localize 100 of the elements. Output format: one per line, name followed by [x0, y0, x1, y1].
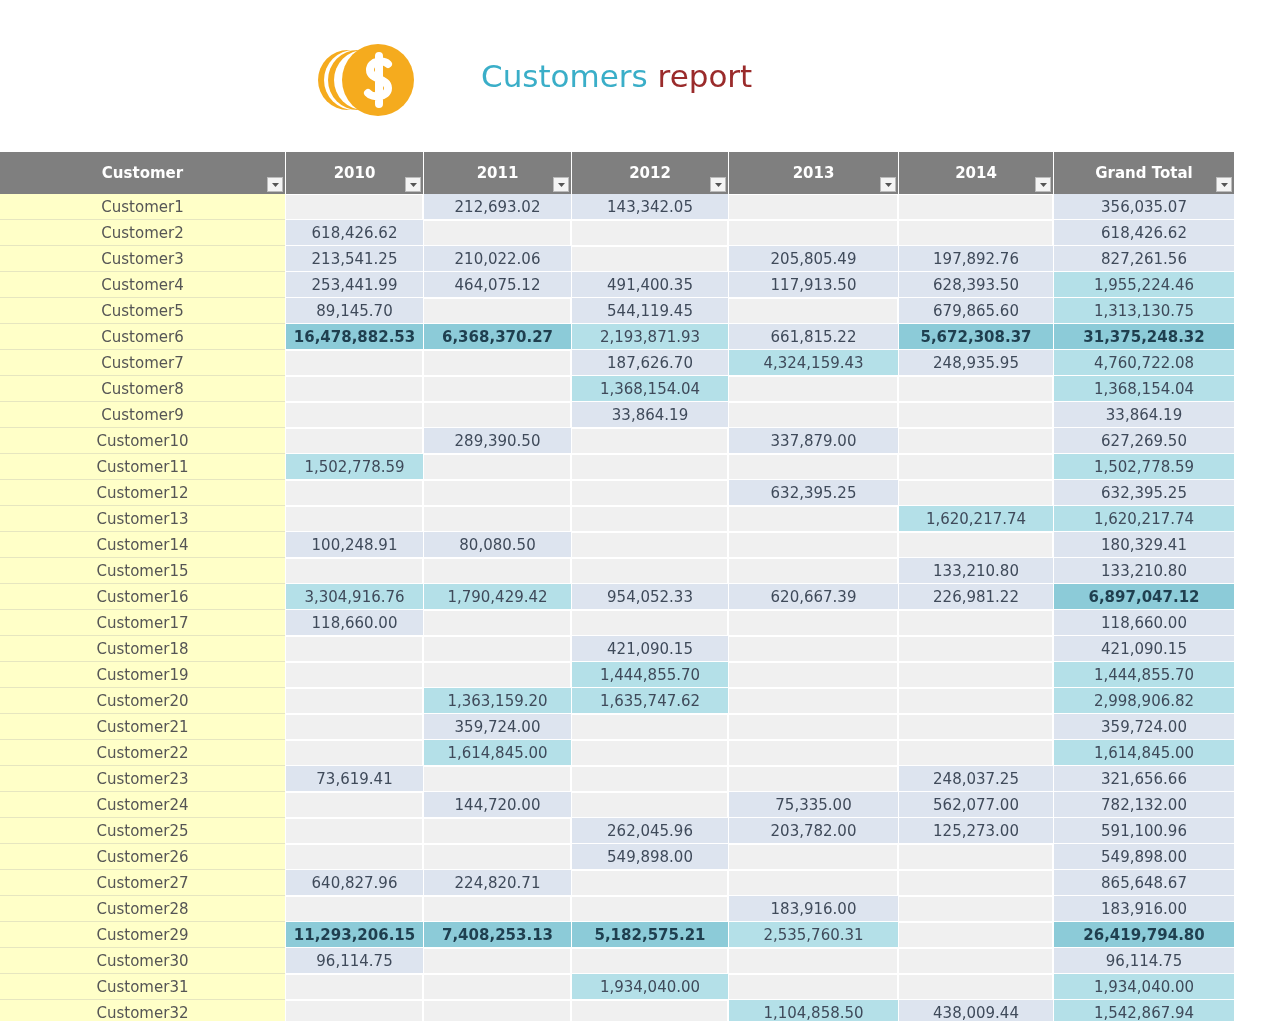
value-cell: 31,375,248.32 — [1053, 324, 1234, 350]
value-cell: 248,037.25 — [898, 766, 1053, 792]
value-cell: 11,293,206.15 — [285, 922, 423, 948]
filter-button[interactable] — [710, 177, 726, 192]
column-title: Customer — [101, 164, 184, 182]
value-cell: 549,898.00 — [1053, 844, 1234, 870]
value-cell: 1,620,217.74 — [898, 506, 1053, 532]
customer-cell: Customer14 — [0, 532, 285, 558]
caret-icon — [1220, 182, 1228, 187]
customer-cell: Customer28 — [0, 896, 285, 922]
value-cell: 80,080.50 — [423, 532, 571, 558]
customer-cell: Customer13 — [0, 506, 285, 532]
value-cell: 1,542,867.94 — [1053, 1000, 1234, 1021]
value-cell: 359,724.00 — [423, 714, 571, 740]
value-cell: 2,535,760.31 — [728, 922, 898, 948]
value-cell: 75,335.00 — [728, 792, 898, 818]
value-cell: 26,419,794.80 — [1053, 922, 1234, 948]
value-cell: 143,342.05 — [571, 194, 728, 220]
value-cell: 1,313,130.75 — [1053, 298, 1234, 324]
customer-cell: Customer8 — [0, 376, 285, 402]
value-cell: 356,035.07 — [1053, 194, 1234, 220]
value-cell: 640,827.96 — [285, 870, 423, 896]
value-cell: 549,898.00 — [571, 844, 728, 870]
value-cell: 3,304,916.76 — [285, 584, 423, 610]
filter-button[interactable] — [1035, 177, 1051, 192]
value-cell: 827,261.56 — [1053, 246, 1234, 272]
value-cell: 73,619.41 — [285, 766, 423, 792]
filter-button[interactable] — [880, 177, 896, 192]
value-cell: 421,090.15 — [571, 636, 728, 662]
value-cell: 96,114.75 — [285, 948, 423, 974]
value-cell: 359,724.00 — [1053, 714, 1234, 740]
value-cell: 562,077.00 — [898, 792, 1053, 818]
value-cell: 183,916.00 — [1053, 896, 1234, 922]
value-cell: 289,390.50 — [423, 428, 571, 454]
customer-cell: Customer32 — [0, 1000, 285, 1021]
value-cell: 33,864.19 — [571, 402, 728, 428]
value-cell: 679,865.60 — [898, 298, 1053, 324]
customer-cell: Customer21 — [0, 714, 285, 740]
filter-button[interactable] — [1216, 177, 1232, 192]
value-cell: 620,667.39 — [728, 584, 898, 610]
value-cell: 1,502,778.59 — [285, 454, 423, 480]
value-cell: 6,368,370.27 — [423, 324, 571, 350]
customer-cell: Customer29 — [0, 922, 285, 948]
customer-cell: Customer18 — [0, 636, 285, 662]
value-cell: 4,324,159.43 — [728, 350, 898, 376]
value-cell: 248,935.95 — [898, 350, 1053, 376]
value-cell: 1,363,159.20 — [423, 688, 571, 714]
customer-cell: Customer31 — [0, 974, 285, 1000]
value-cell: 1,502,778.59 — [1053, 454, 1234, 480]
customer-cell: Customer11 — [0, 454, 285, 480]
customer-cell: Customer1 — [0, 194, 285, 220]
value-cell: 1,934,040.00 — [571, 974, 728, 1000]
value-cell: 118,660.00 — [1053, 610, 1234, 636]
customer-cell: Customer19 — [0, 662, 285, 688]
value-cell: 661,815.22 — [728, 324, 898, 350]
value-cell: 1,368,154.04 — [571, 376, 728, 402]
value-cell: 2,998,906.82 — [1053, 688, 1234, 714]
filter-button[interactable] — [553, 177, 569, 192]
customer-cell: Customer23 — [0, 766, 285, 792]
customer-cell: Customer30 — [0, 948, 285, 974]
caret-icon — [271, 182, 279, 187]
value-cell: 1,444,855.70 — [1053, 662, 1234, 688]
value-cell: 591,100.96 — [1053, 818, 1234, 844]
value-cell: 1,368,154.04 — [1053, 376, 1234, 402]
caret-icon — [1039, 182, 1047, 187]
value-cell: 117,913.50 — [728, 272, 898, 298]
column-title: 2012 — [629, 164, 671, 182]
value-cell: 5,182,575.21 — [571, 922, 728, 948]
value-cell: 100,248.91 — [285, 532, 423, 558]
column-title: Grand Total — [1095, 164, 1193, 182]
customer-cell: Customer20 — [0, 688, 285, 714]
value-cell: 33,864.19 — [1053, 402, 1234, 428]
value-cell: 1,444,855.70 — [571, 662, 728, 688]
value-cell: 7,408,253.13 — [423, 922, 571, 948]
value-cell: 1,955,224.46 — [1053, 272, 1234, 298]
value-cell: 618,426.62 — [1053, 220, 1234, 246]
customer-cell: Customer2 — [0, 220, 285, 246]
value-cell: 954,052.33 — [571, 584, 728, 610]
value-cell: 865,648.67 — [1053, 870, 1234, 896]
customer-cell: Customer9 — [0, 402, 285, 428]
value-cell: 491,400.35 — [571, 272, 728, 298]
value-cell: 16,478,882.53 — [285, 324, 423, 350]
customer-cell: Customer25 — [0, 818, 285, 844]
value-cell: 627,269.50 — [1053, 428, 1234, 454]
value-cell: 5,672,308.37 — [898, 324, 1053, 350]
caret-icon — [409, 182, 417, 187]
value-cell: 421,090.15 — [1053, 636, 1234, 662]
customer-cell: Customer27 — [0, 870, 285, 896]
value-cell: 144,720.00 — [423, 792, 571, 818]
value-cell: 183,916.00 — [728, 896, 898, 922]
value-cell: 1,635,747.62 — [571, 688, 728, 714]
column-title: 2013 — [792, 164, 835, 182]
value-cell: 210,022.06 — [423, 246, 571, 272]
value-cell: 4,760,722.08 — [1053, 350, 1234, 376]
filter-button[interactable] — [267, 177, 283, 192]
filter-button[interactable] — [405, 177, 421, 192]
customer-cell: Customer17 — [0, 610, 285, 636]
value-cell: 1,620,217.74 — [1053, 506, 1234, 532]
customer-cell: Customer7 — [0, 350, 285, 376]
customer-cell: Customer4 — [0, 272, 285, 298]
